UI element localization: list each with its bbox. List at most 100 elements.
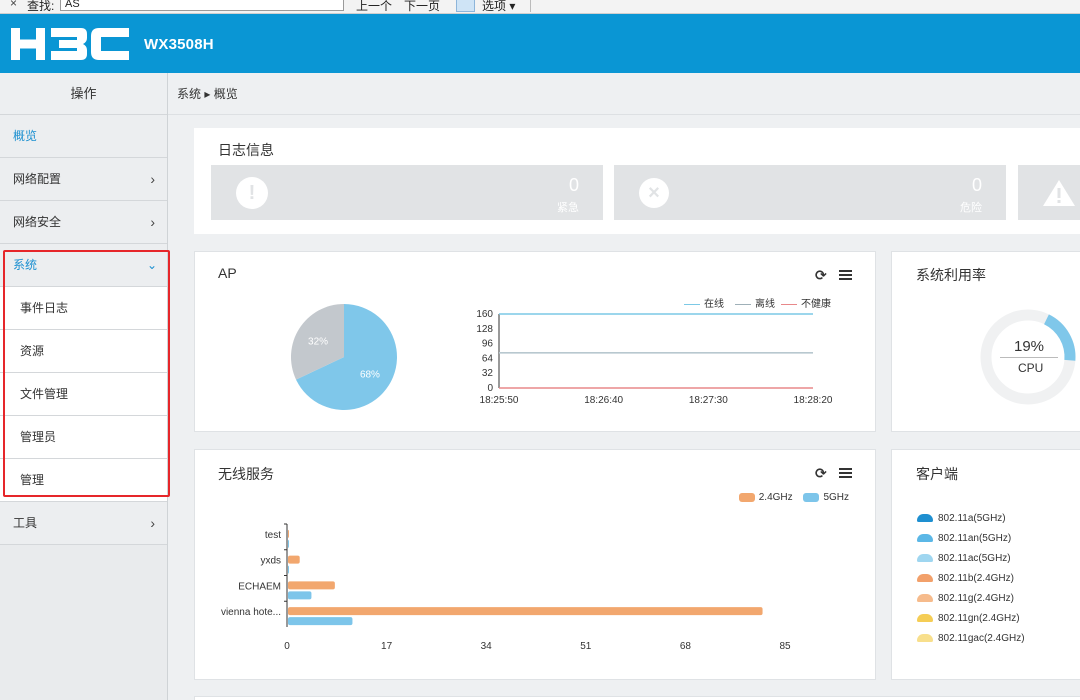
panel-title: 无线服务 [218, 466, 274, 482]
x-tick-label: 51 [580, 641, 592, 652]
wireless-bar-chart: test yxds ECHAEM vienna hote... 0 17 34 51 68 85 [221, 523, 791, 652]
y-tick-label: 32 [482, 368, 494, 379]
find-input[interactable]: AS [60, 0, 344, 11]
legend-swatch [781, 303, 797, 305]
wifi-icon [917, 594, 933, 603]
legend-swatch [803, 492, 820, 502]
y-tick-label: 0 [487, 383, 493, 394]
log-card-warning[interactable] [1018, 165, 1080, 220]
list-icon[interactable] [839, 270, 852, 281]
h3c-logo [11, 28, 129, 60]
wifi-icon [917, 514, 933, 523]
list-item: 802.11g(2.4GHz) [917, 593, 1025, 613]
find-separator [530, 0, 531, 12]
sidebar-item-network-config[interactable]: 网络配置 › [0, 158, 167, 201]
sidebar-item-label: 概览 [13, 129, 38, 143]
app-header: WX3508H [0, 14, 1080, 73]
clients-panel: 客户端 802.11a(5GHz) 802.11an(5GHz) 802.11a… [891, 449, 1080, 680]
sidebar-subitem-management[interactable]: 管理 [0, 459, 167, 502]
category-label: yxds [260, 556, 281, 567]
log-count: 0 [971, 175, 982, 195]
category-label: test [265, 530, 281, 541]
legend-swatch [738, 492, 755, 502]
sidebar-subitem-file-management[interactable]: 文件管理 [0, 373, 167, 416]
x-tick-label: 85 [779, 641, 791, 652]
panel-title: 客户端 [916, 466, 958, 482]
sidebar-item-overview[interactable]: 概览 [0, 115, 167, 158]
ap-line-chart: 0 32 64 96 128 160 18:25:50 18:26:40 18:27:30 18:… [476, 309, 833, 406]
sidebar-item-label: 工具 [13, 516, 38, 530]
client-type-label: 802.11gn(2.4GHz) [938, 613, 1020, 624]
sidebar-subitem-resources[interactable]: 资源 [0, 330, 167, 373]
next-panel-edge [194, 696, 1080, 700]
highlight-icon[interactable] [456, 0, 475, 12]
x-tick-label: 0 [284, 641, 290, 652]
find-close-button[interactable]: × [10, 0, 17, 10]
x-tick-label: 34 [481, 641, 493, 652]
pie-slice-label: 68% [360, 369, 380, 380]
bar[interactable] [288, 555, 300, 564]
wireless-service-panel: 无线服务 ⟳ 2.4GHz 5GHz test yxds ECHAEM vienna … [194, 449, 876, 680]
find-next-button[interactable]: 下一页 [404, 0, 440, 14]
x-tick-label: 68 [680, 641, 692, 652]
category-label: ECHAEM [238, 581, 281, 592]
x-tick-label: 18:26:40 [584, 395, 623, 406]
bar[interactable] [288, 529, 289, 538]
bar[interactable] [288, 607, 763, 616]
bar[interactable] [288, 617, 353, 626]
bar[interactable] [288, 539, 289, 548]
sidebar-group-system: 系统 ⌄ 事件日志 资源 文件管理 管理员 管理 [0, 244, 167, 502]
legend-item-5ghz: 5GHz [803, 492, 849, 503]
client-type-label: 802.11b(2.4GHz) [938, 573, 1014, 584]
find-prev-button[interactable]: 上一个 [356, 0, 392, 14]
sidebar-item-tools[interactable]: 工具 › [0, 502, 167, 545]
sidebar-item-system[interactable]: 系统 ⌄ [0, 244, 167, 287]
cross-icon: × [639, 178, 669, 208]
x-tick-label: 17 [381, 641, 393, 652]
wireless-legend: 2.4GHz 5GHz [731, 492, 849, 503]
y-tick-label: 160 [476, 309, 493, 320]
bar[interactable] [288, 581, 335, 590]
find-options-button[interactable]: 选项 ▾ [482, 0, 515, 14]
log-card-critical[interactable]: × 0 危险 [614, 165, 1006, 220]
x-tick-label: 18:27:30 [689, 395, 728, 406]
gauge-fill [1043, 314, 1076, 361]
list-item: 802.11an(5GHz) [917, 533, 1025, 553]
x-tick-label: 18:28:20 [794, 395, 833, 406]
client-type-label: 802.11gac(2.4GHz) [938, 633, 1025, 644]
sidebar-item-network-security[interactable]: 网络安全 › [0, 201, 167, 244]
list-icon[interactable] [839, 468, 852, 479]
list-item: 802.11ac(5GHz) [917, 553, 1025, 573]
pie-slice-label: 32% [308, 337, 328, 348]
client-type-label: 802.11ac(5GHz) [938, 553, 1011, 564]
wifi-icon [917, 634, 933, 643]
wifi-icon [917, 574, 933, 583]
panel-tools: ⟳ [815, 267, 855, 284]
warning-triangle-icon [1043, 180, 1075, 206]
sidebar-subitem-administrators[interactable]: 管理员 [0, 416, 167, 459]
panel-title: 日志信息 [218, 142, 274, 158]
wifi-icon [917, 614, 933, 623]
client-type-label: 802.11g(2.4GHz) [938, 593, 1014, 604]
sidebar-subitem-event-log[interactable]: 事件日志 [0, 287, 167, 330]
bar[interactable] [288, 565, 289, 574]
breadcrumb: 系统 ▸ 概览 [168, 73, 1080, 115]
device-model: WX3508H [144, 36, 214, 53]
x-tick-label: 18:25:50 [480, 395, 519, 406]
legend-label: 2.4GHz [758, 492, 793, 503]
panel-tools: ⟳ [815, 465, 855, 482]
find-bar: × 查找: AS 上一个 下一页 选项 ▾ [0, 0, 1080, 14]
wifi-icon [917, 554, 933, 563]
list-item: 802.11gn(2.4GHz) [917, 613, 1025, 633]
sidebar-item-label: 网络配置 [13, 172, 62, 186]
client-type-label: 802.11an(5GHz) [938, 533, 1012, 544]
refresh-icon[interactable]: ⟳ [815, 465, 827, 482]
bar[interactable] [288, 591, 312, 600]
panel-title: AP [218, 265, 237, 281]
log-card-emergency[interactable]: ! 0 紧急 [211, 165, 603, 220]
log-label: 危险 [960, 202, 982, 214]
refresh-icon[interactable]: ⟳ [815, 267, 827, 284]
sidebar-item-label: 系统 [13, 258, 38, 272]
list-item: 802.11gac(2.4GHz) [917, 633, 1025, 653]
legend-swatch [735, 303, 751, 305]
